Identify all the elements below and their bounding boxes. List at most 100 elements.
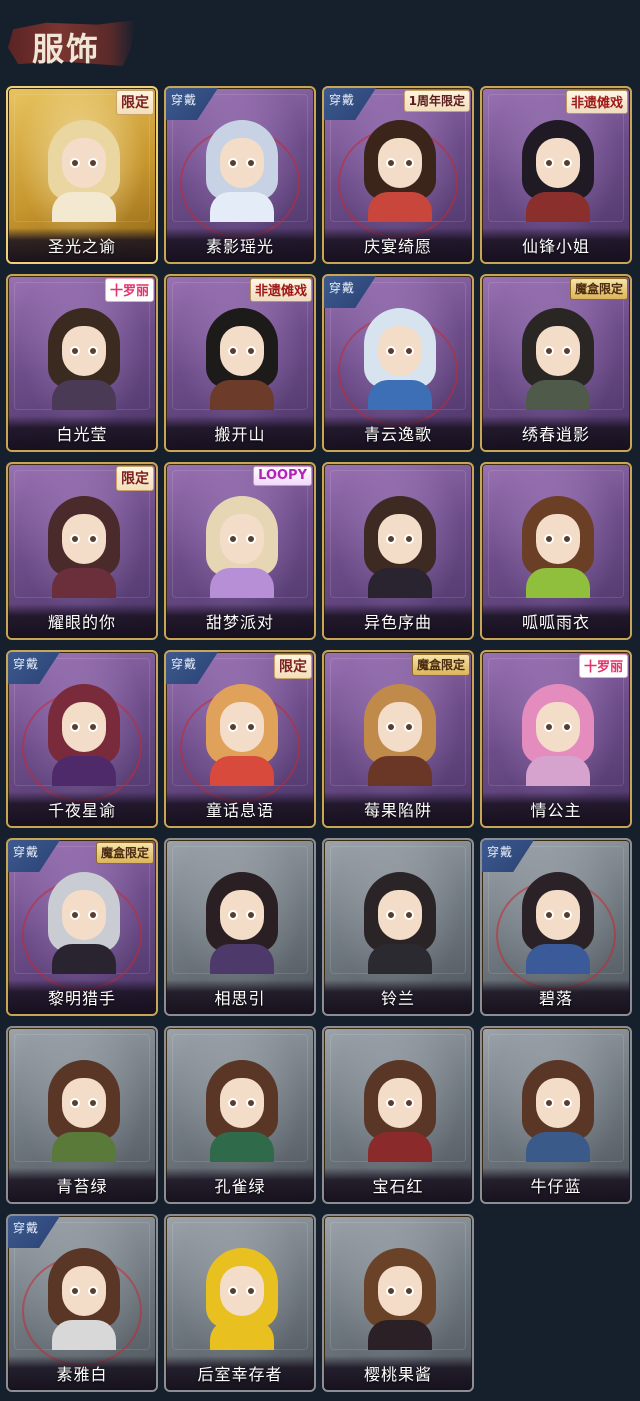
portrait-outfit — [368, 756, 432, 786]
costume-name: 后室幸存者 — [197, 1365, 283, 1384]
portrait-face — [62, 1078, 106, 1128]
character-portrait — [520, 120, 596, 222]
character-portrait — [520, 308, 596, 410]
costume-name: 铃兰 — [380, 989, 415, 1008]
portrait-eye — [70, 346, 80, 356]
portrait-eye — [88, 722, 98, 732]
character-portrait — [46, 496, 122, 598]
portrait-eye — [246, 910, 256, 920]
character-portrait — [46, 120, 122, 222]
costume-card[interactable]: 后室幸存者 — [164, 1214, 316, 1392]
costume-card[interactable]: 异色序曲 — [322, 462, 474, 640]
portrait-eye — [386, 1286, 396, 1296]
costume-tag: 限定 — [274, 654, 312, 679]
costume-tag: 魔盒限定 — [569, 278, 628, 300]
character-portrait — [46, 684, 122, 786]
costume-card[interactable]: LOOPY 甜梦派对 — [164, 462, 316, 640]
portrait-eye — [70, 534, 80, 544]
portrait-outfit — [210, 1132, 274, 1162]
costume-card[interactable]: 相思引 — [164, 838, 316, 1016]
name-plate: 后室幸存者 — [166, 1356, 314, 1390]
costume-card[interactable]: 非遗傩戏 搬开山 — [164, 274, 316, 452]
portrait-outfit — [52, 568, 116, 598]
name-plate: 素影瑶光 — [166, 228, 314, 262]
name-plate: 牛仔蓝 — [482, 1168, 630, 1202]
costume-card[interactable]: 穿戴 千夜星谕 — [6, 650, 158, 828]
costume-card[interactable]: 牛仔蓝 — [480, 1026, 632, 1204]
costume-card[interactable]: 樱桃果酱 — [322, 1214, 474, 1392]
portrait-eye — [562, 346, 572, 356]
costume-tag: 限定 — [116, 466, 154, 491]
costume-name: 碧落 — [538, 989, 573, 1008]
costume-card[interactable]: 穿戴 素影瑶光 — [164, 86, 316, 264]
costume-card[interactable]: 限定 圣光之谕 — [6, 86, 158, 264]
costume-name: 甜梦派对 — [205, 613, 274, 632]
costume-name: 呱呱雨衣 — [521, 613, 590, 632]
character-portrait — [46, 1060, 122, 1162]
costume-card[interactable]: 非遗傩戏 仙锋小姐 — [480, 86, 632, 264]
portrait-eye — [544, 722, 554, 732]
costume-name: 青苔绿 — [56, 1177, 108, 1196]
portrait-face — [378, 1266, 422, 1316]
portrait-eye — [246, 534, 256, 544]
portrait-eye — [562, 910, 572, 920]
costume-card[interactable]: 十罗丽 情公主 — [480, 650, 632, 828]
portrait-face — [62, 890, 106, 940]
costume-card[interactable]: 魔盒限定 莓果陷阱 — [322, 650, 474, 828]
costume-tag: 魔盒限定 — [95, 842, 154, 864]
costume-card[interactable]: 十罗丽 白光莹 — [6, 274, 158, 452]
costume-card[interactable]: 穿戴 魔盒限定 黎明猎手 — [6, 838, 158, 1016]
portrait-face — [536, 1078, 580, 1128]
costume-card[interactable]: 穿戴 1周年限定 庆宴绮愿 — [322, 86, 474, 264]
costume-name: 莓果陷阱 — [363, 801, 432, 820]
portrait-outfit — [210, 944, 274, 974]
character-portrait — [362, 872, 438, 974]
costume-name: 情公主 — [530, 801, 582, 820]
portrait-eye — [88, 158, 98, 168]
costume-name: 素雅白 — [56, 1365, 108, 1384]
character-portrait — [204, 1060, 280, 1162]
portrait-eye — [228, 534, 238, 544]
costume-card[interactable]: 宝石红 — [322, 1026, 474, 1204]
portrait-outfit — [210, 192, 274, 222]
costume-card[interactable]: 限定 耀眼的你 — [6, 462, 158, 640]
name-plate: 宝石红 — [324, 1168, 472, 1202]
costume-card[interactable]: 穿戴 素雅白 — [6, 1214, 158, 1392]
portrait-eye — [404, 346, 414, 356]
costume-tag: 1周年限定 — [403, 90, 470, 112]
portrait-eye — [70, 1098, 80, 1108]
portrait-outfit — [52, 1132, 116, 1162]
name-plate: 庆宴绮愿 — [324, 228, 472, 262]
portrait-face — [378, 1078, 422, 1128]
character-portrait — [204, 684, 280, 786]
name-plate: 樱桃果酱 — [324, 1356, 472, 1390]
portrait-eye — [386, 534, 396, 544]
costume-card[interactable]: 穿戴 碧落 — [480, 838, 632, 1016]
portrait-outfit — [210, 756, 274, 786]
portrait-eye — [70, 910, 80, 920]
character-portrait — [362, 1060, 438, 1162]
costume-card[interactable]: 铃兰 — [322, 838, 474, 1016]
name-plate: 呱呱雨衣 — [482, 604, 630, 638]
costume-name: 宝石红 — [372, 1177, 424, 1196]
costume-name: 相思引 — [214, 989, 266, 1008]
portrait-outfit — [368, 568, 432, 598]
portrait-eye — [404, 1098, 414, 1108]
portrait-face — [536, 326, 580, 376]
portrait-eye — [386, 910, 396, 920]
costume-tag: 非遗傩戏 — [249, 278, 312, 302]
character-portrait — [362, 684, 438, 786]
portrait-eye — [386, 346, 396, 356]
portrait-eye — [88, 534, 98, 544]
costume-card[interactable]: 穿戴 青云逸歌 — [322, 274, 474, 452]
portrait-outfit — [368, 1320, 432, 1350]
costume-card[interactable]: 呱呱雨衣 — [480, 462, 632, 640]
costume-card[interactable]: 青苔绿 — [6, 1026, 158, 1204]
portrait-eye — [544, 534, 554, 544]
costume-card[interactable]: 穿戴 限定 童话息语 — [164, 650, 316, 828]
portrait-outfit — [526, 568, 590, 598]
portrait-eye — [88, 910, 98, 920]
costume-card[interactable]: 魔盒限定 绣春逍影 — [480, 274, 632, 452]
costume-card[interactable]: 孔雀绿 — [164, 1026, 316, 1204]
portrait-eye — [228, 158, 238, 168]
